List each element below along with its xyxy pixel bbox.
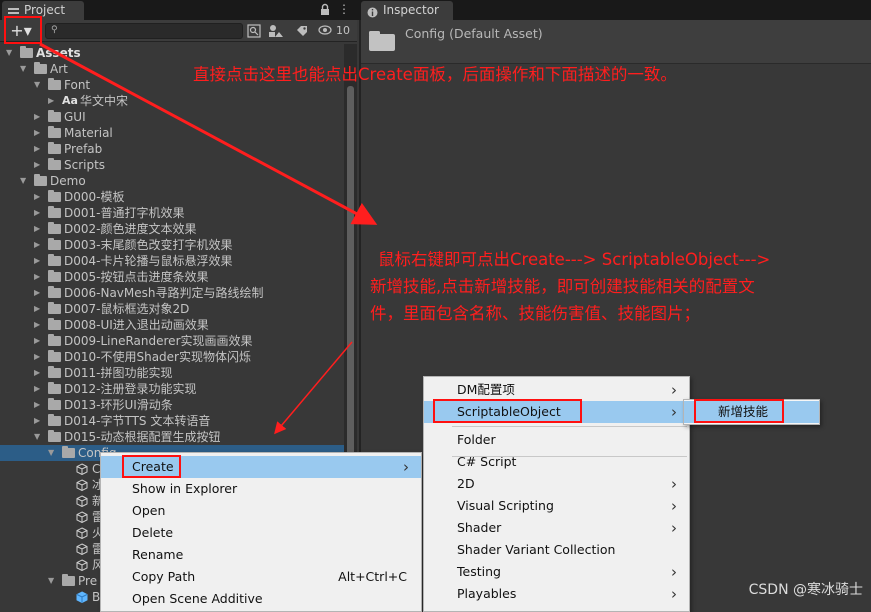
annotation-note-2-line-3: 件，里面包含名称、技能伤害值、技能图片； — [370, 304, 700, 323]
annotation-note-1: 直接点击这里也能点出Create面板，后面操作和下面描述的一致。 — [193, 65, 677, 84]
annotation-note-2-line-2: 新增技能,点击新增技能，即可创建技能相关的配置文 — [370, 277, 755, 296]
watermark: CSDN @寒冰骑士 — [748, 582, 863, 598]
arrow-to-config — [274, 341, 353, 435]
annotation-note-2-line-1: 鼠标右键即可点出Create---> ScriptableObject---> — [378, 250, 771, 269]
